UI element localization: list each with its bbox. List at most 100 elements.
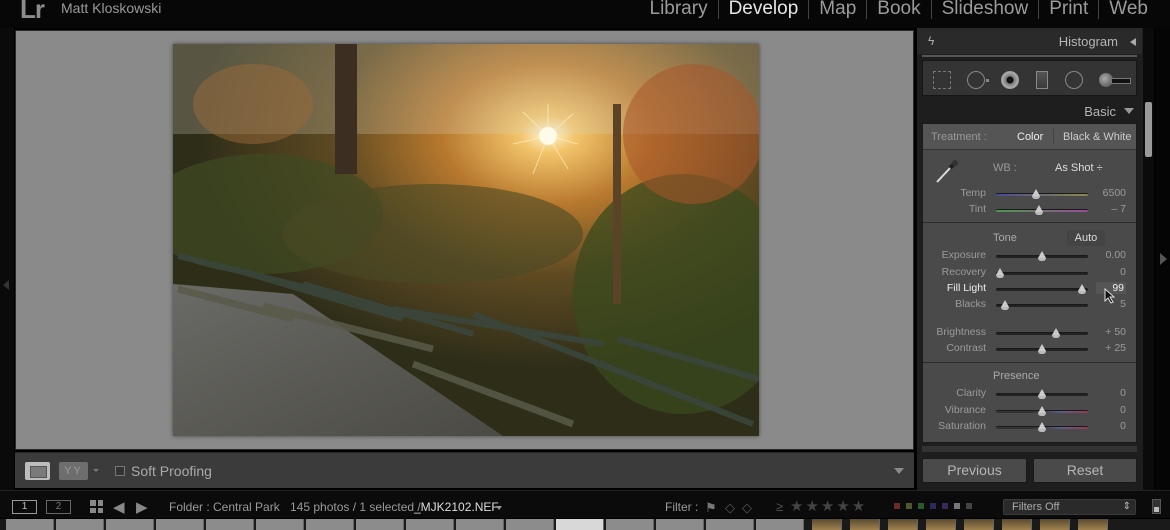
filename-dropdown-icon[interactable]	[496, 506, 502, 510]
filmstrip-thumbnail[interactable]	[606, 519, 654, 530]
soft-proofing-label[interactable]: Soft Proofing	[131, 463, 212, 479]
selected-filename[interactable]: _MJK2102.NEF	[414, 500, 499, 514]
left-panel-collapsed[interactable]	[0, 28, 14, 490]
slider-track[interactable]	[996, 328, 1088, 338]
slider-recovery[interactable]: Recovery 0	[923, 265, 1136, 281]
module-library[interactable]: Library	[640, 0, 718, 20]
filmstrip-thumbnail[interactable]	[1002, 519, 1032, 530]
filter-lock-toggle[interactable]	[1152, 499, 1161, 514]
filmstrip-thumbnail[interactable]	[406, 519, 454, 530]
filmstrip-thumbnail[interactable]	[888, 519, 918, 530]
filmstrip-thumbnail[interactable]	[256, 519, 304, 530]
folder-source[interactable]: Folder : Central Park	[169, 500, 280, 514]
wb-eyedropper-icon[interactable]	[933, 157, 961, 185]
next-panel-header[interactable]	[922, 446, 1137, 452]
module-slideshow[interactable]: Slideshow	[932, 0, 1039, 20]
slider-vibrance[interactable]: Vibrance 0	[923, 403, 1136, 419]
flagged-filter-icon[interactable]: ⚑	[705, 500, 717, 516]
next-photo-icon[interactable]: ▶	[136, 498, 148, 516]
slider-value[interactable]: + 50	[1105, 326, 1126, 338]
expand-left-panel-icon[interactable]	[3, 280, 9, 290]
slider-thumb[interactable]	[1038, 251, 1046, 261]
unflagged-filter-icon[interactable]: ◇	[725, 500, 735, 516]
slider-track[interactable]	[996, 300, 1088, 310]
slider-exposure[interactable]: Exposure 0.00	[923, 248, 1136, 264]
filmstrip-thumbnail[interactable]	[656, 519, 704, 530]
color-label-filter[interactable]	[906, 503, 912, 509]
slider-track[interactable]	[996, 205, 1088, 215]
slider-value[interactable]: 0	[1120, 404, 1126, 416]
adjustment-brush-icon[interactable]	[1099, 71, 1131, 89]
color-label-filter[interactable]	[918, 503, 924, 509]
rating-filter-stars[interactable]: ★★★★★	[790, 497, 867, 515]
slider-temp[interactable]: Temp 6500	[923, 186, 1136, 202]
basic-collapse-icon[interactable]	[1124, 108, 1134, 114]
photo-preview[interactable]	[173, 44, 759, 436]
image-canvas[interactable]	[15, 30, 914, 450]
collapse-right-panel-icon[interactable]	[1160, 253, 1167, 265]
filmstrip-thumbnail[interactable]	[6, 519, 54, 530]
filmstrip-thumbnail[interactable]	[206, 519, 254, 530]
slider-thumb[interactable]	[1051, 328, 1060, 338]
red-eye-icon[interactable]	[1001, 71, 1019, 89]
crop-overlay-icon[interactable]	[933, 71, 951, 89]
filmstrip-thumbnail[interactable]	[356, 519, 404, 530]
rating-operator[interactable]: ≥	[776, 499, 783, 514]
slider-value[interactable]: + 25	[1105, 342, 1126, 354]
filmstrip-thumbnail[interactable]	[1078, 519, 1108, 530]
color-label-filter[interactable]	[942, 503, 948, 509]
slider-value[interactable]: 0.00	[1106, 249, 1126, 261]
slider-contrast[interactable]: Contrast + 25	[923, 341, 1136, 357]
wb-dropdown[interactable]: As Shot ÷	[1055, 162, 1103, 174]
filmstrip-thumbnail[interactable]	[56, 519, 104, 530]
slider-thumb[interactable]	[1038, 389, 1046, 399]
color-label-filter[interactable]	[894, 503, 900, 509]
slider-tint[interactable]: Tint – 7	[923, 202, 1136, 218]
filmstrip-thumbnail[interactable]	[456, 519, 504, 530]
filmstrip-thumbnail[interactable]	[1040, 519, 1070, 530]
filmstrip-thumbnail[interactable]	[706, 519, 754, 530]
slider-track[interactable]	[996, 389, 1088, 399]
slider-thumb[interactable]	[1001, 300, 1010, 310]
spot-removal-icon[interactable]	[967, 71, 989, 89]
slider-track[interactable]	[996, 422, 1088, 432]
filmstrip-thumbnail[interactable]	[964, 519, 994, 530]
histogram-collapse-icon[interactable]	[1130, 38, 1136, 46]
slider-value[interactable]: 0	[1120, 387, 1126, 399]
module-web[interactable]: Web	[1099, 0, 1158, 20]
module-map[interactable]: Map	[809, 0, 866, 20]
slider-track[interactable]	[996, 406, 1088, 416]
treatment-color-button[interactable]: Color	[1017, 131, 1043, 143]
auto-tone-button[interactable]: Auto	[1067, 230, 1105, 246]
slider-saturation[interactable]: Saturation 0	[923, 419, 1136, 435]
treatment-bw-button[interactable]: Black & White	[1063, 131, 1131, 143]
filmstrip-thumbnail[interactable]	[156, 519, 204, 530]
scrollbar-thumb[interactable]	[1145, 102, 1152, 157]
right-panel-scrollbar[interactable]	[1142, 28, 1154, 490]
slider-thumb[interactable]	[1032, 189, 1041, 199]
grid-view-icon[interactable]	[90, 500, 103, 513]
graduated-filter-icon[interactable]	[1036, 71, 1048, 89]
filter-preset-dropdown[interactable]: Filters Off	[1003, 499, 1136, 515]
slider-value[interactable]: 5	[1120, 298, 1126, 310]
slider-track[interactable]	[996, 251, 1088, 261]
slider-value[interactable]: 6500	[1103, 187, 1126, 199]
filmstrip[interactable]	[0, 519, 1170, 530]
slider-thumb[interactable]	[1035, 205, 1044, 215]
module-develop[interactable]: Develop	[719, 0, 809, 20]
slider-value[interactable]: 0	[1120, 266, 1126, 278]
filmstrip-thumbnail[interactable]	[306, 519, 354, 530]
slider-track[interactable]	[996, 344, 1088, 354]
slider-thumb[interactable]	[1038, 406, 1046, 416]
soft-proofing-checkbox[interactable]	[115, 466, 125, 476]
histogram-header[interactable]: ϟ Histogram	[917, 28, 1142, 54]
reset-button[interactable]: Reset	[1033, 458, 1137, 483]
filmstrip-thumbnail[interactable]	[812, 519, 842, 530]
color-label-filter[interactable]	[930, 503, 936, 509]
loupe-view-button[interactable]	[25, 462, 50, 480]
module-book[interactable]: Book	[867, 0, 930, 20]
primary-display-button[interactable]: 1	[12, 500, 37, 514]
slider-track[interactable]	[995, 268, 1088, 278]
slider-blacks[interactable]: Blacks 5	[923, 297, 1136, 313]
filmstrip-thumbnail[interactable]	[556, 519, 604, 530]
